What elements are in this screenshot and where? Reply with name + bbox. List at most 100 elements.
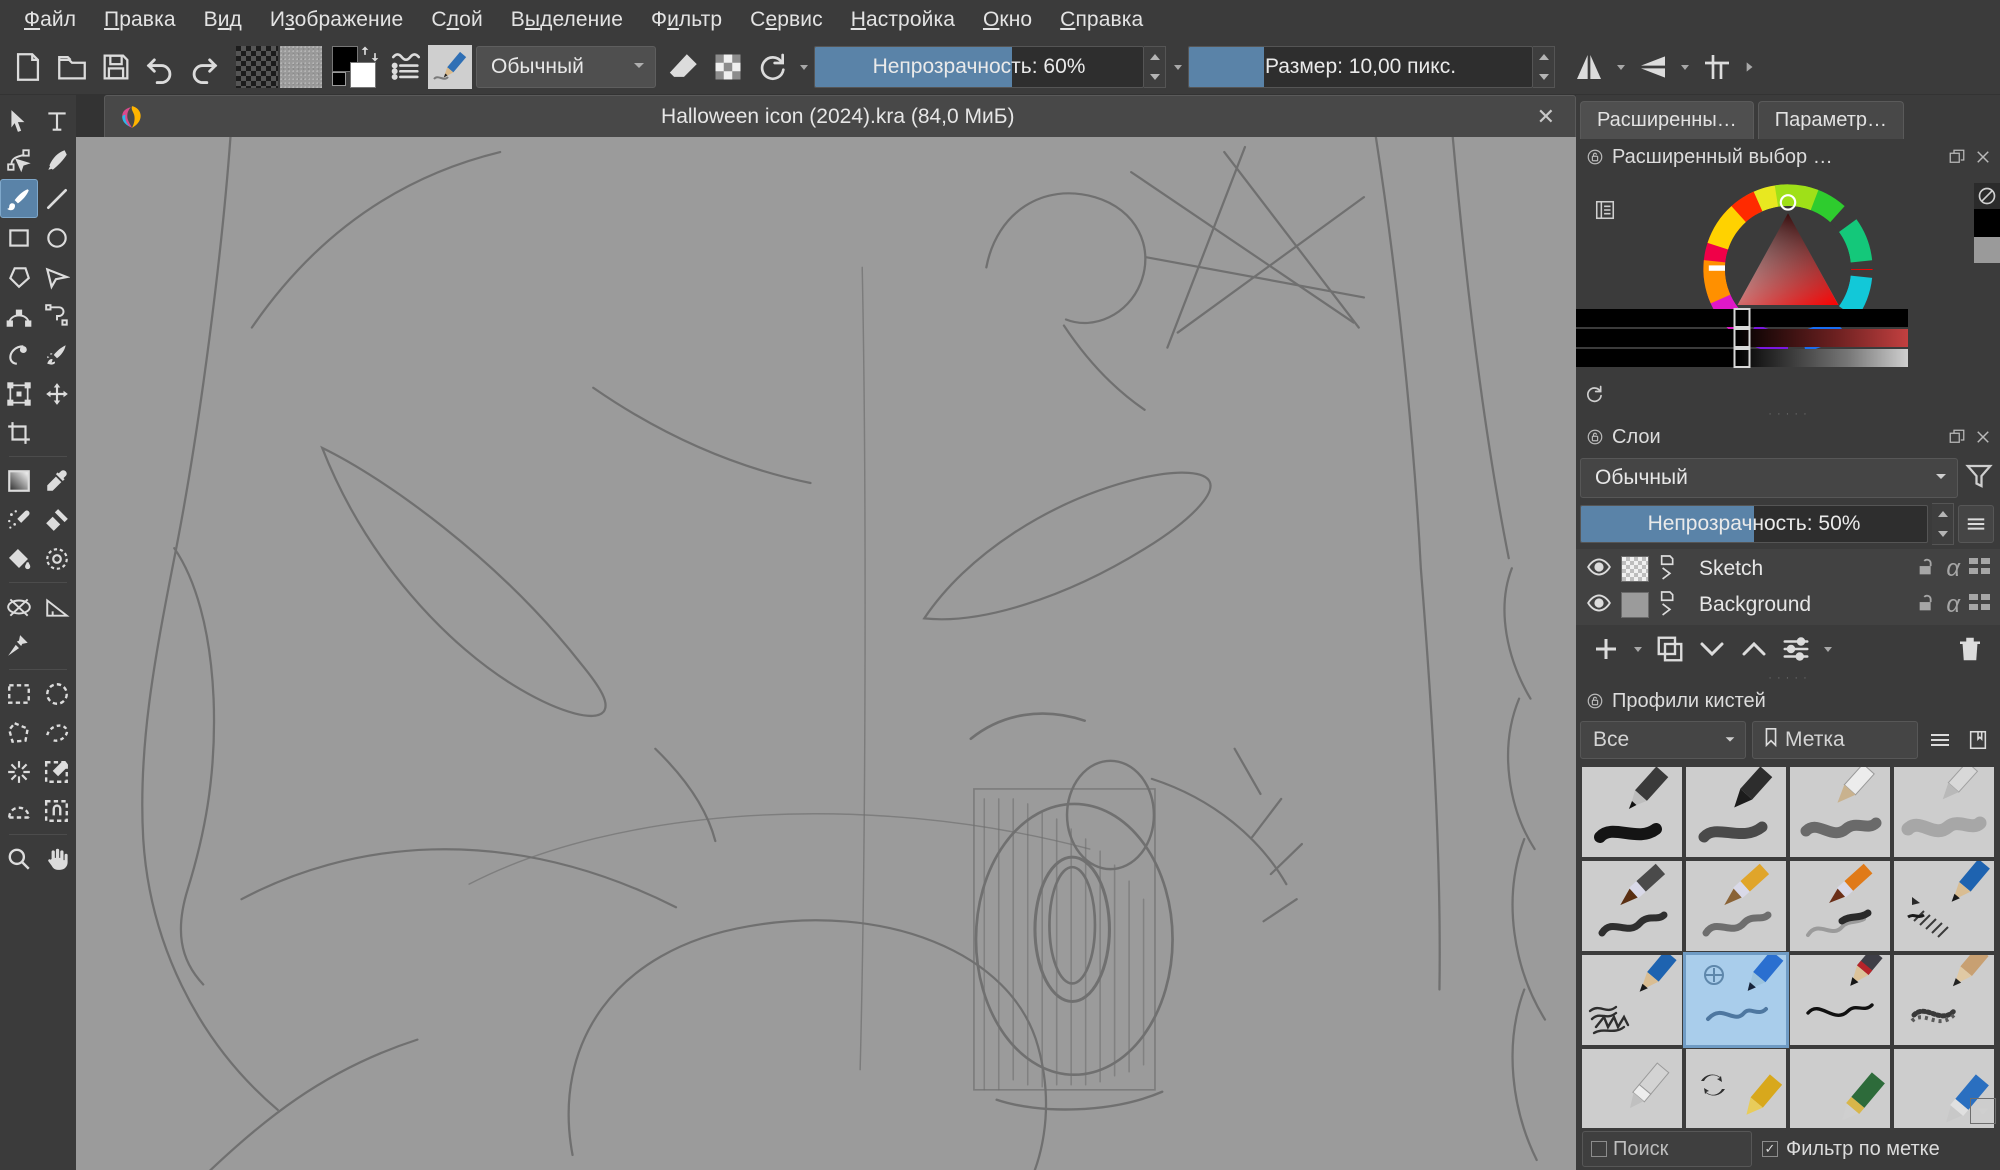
layer-list[interactable]: Sketch α Background α xyxy=(1576,549,2000,625)
current-brush-preset-thumb[interactable] xyxy=(428,44,472,89)
layer-properties-button[interactable] xyxy=(1776,629,1816,669)
menu-file[interactable]: Файл xyxy=(10,6,90,34)
tool-text[interactable] xyxy=(38,101,76,140)
tool-calligraphy[interactable] xyxy=(38,140,76,179)
duplicate-layer-button[interactable] xyxy=(1650,629,1690,669)
advanced-color-selector[interactable] xyxy=(1576,175,2000,383)
brush-presets-tag-button[interactable]: Метка xyxy=(1752,721,1918,759)
float-docker-icon[interactable] xyxy=(1948,148,1966,166)
filter-by-tag-row[interactable]: ✓ Фильтр по метке xyxy=(1762,1138,1940,1161)
tool-enclose-fill[interactable] xyxy=(38,539,76,578)
layer-lock-icon[interactable] xyxy=(1916,592,1938,619)
shade-slider-value[interactable] xyxy=(1576,308,1908,328)
new-file-button[interactable] xyxy=(6,45,50,89)
tool-polyline[interactable] xyxy=(38,257,76,296)
opacity-control[interactable]: Непрозрачность: 60% xyxy=(814,45,1166,88)
tool-freehand-brush[interactable] xyxy=(0,179,38,218)
blending-mode-combo[interactable]: Обычный xyxy=(476,45,656,88)
tool-measure[interactable] xyxy=(38,587,76,626)
mirror-horizontal-button[interactable] xyxy=(1567,45,1611,89)
brush-preset-item[interactable] xyxy=(1894,955,1994,1045)
dock-tab-advanced-color[interactable]: Расширенны… xyxy=(1580,101,1754,139)
wraparound-mode-button[interactable] xyxy=(1695,45,1739,89)
mirror-vertical-chevron-icon[interactable] xyxy=(1675,61,1695,73)
dock-splitter-handle-2[interactable] xyxy=(1576,673,2000,683)
layer-expand-icon[interactable] xyxy=(1658,554,1680,585)
brush-presets-storage-icon[interactable] xyxy=(1962,721,1994,759)
canvas-image[interactable] xyxy=(76,137,1576,1170)
move-layer-up-button[interactable] xyxy=(1734,629,1774,669)
brush-size-control[interactable]: Размер: 10,00 пикс. xyxy=(1188,45,1555,88)
canvas-viewport[interactable] xyxy=(76,137,1576,1170)
reset-color-icon[interactable] xyxy=(1584,384,1604,409)
menu-select[interactable]: Выделение xyxy=(497,6,637,34)
foreground-background-colors[interactable] xyxy=(330,44,380,90)
delete-layer-button[interactable] xyxy=(1950,629,1990,669)
tool-color-picker[interactable] xyxy=(38,461,76,500)
brush-presets-search-input[interactable]: Поиск xyxy=(1582,1131,1752,1167)
gradient-swatch[interactable] xyxy=(236,45,278,88)
tool-reference-images[interactable] xyxy=(0,626,38,665)
opacity-options-chevron-icon[interactable] xyxy=(1168,61,1188,73)
brush-preset-item[interactable] xyxy=(1790,767,1890,857)
brush-preset-item-selected[interactable] xyxy=(1683,952,1789,1048)
tool-similar-color-select[interactable] xyxy=(38,752,76,791)
tool-polygonal-select[interactable] xyxy=(0,713,38,752)
menu-settings[interactable]: Настройка xyxy=(837,6,969,34)
brush-preset-item[interactable] xyxy=(1686,1049,1786,1128)
opacity-slider[interactable]: Непрозрачность: 60% xyxy=(814,45,1144,88)
tool-transform[interactable] xyxy=(0,374,38,413)
layer-thumbnail[interactable] xyxy=(1621,556,1649,582)
menu-layer[interactable]: Слой xyxy=(417,6,496,34)
recent-color-grey[interactable] xyxy=(1974,237,2000,263)
tool-multibrush[interactable] xyxy=(38,335,76,374)
filter-by-tag-checkbox[interactable]: ✓ xyxy=(1762,1141,1778,1157)
color-selector-settings-icon[interactable] xyxy=(1594,199,1616,226)
brush-preset-item[interactable] xyxy=(1894,861,1994,951)
tool-magnetic-select[interactable] xyxy=(38,791,76,830)
add-layer-button[interactable] xyxy=(1586,629,1626,669)
brush-preset-item[interactable] xyxy=(1686,767,1786,857)
add-layer-chevron-icon[interactable] xyxy=(1628,643,1648,655)
close-document-icon[interactable]: ✕ xyxy=(1531,104,1561,130)
tool-smart-patch[interactable] xyxy=(38,500,76,539)
layer-opacity-spinner[interactable] xyxy=(1932,503,1954,545)
tool-assistant[interactable] xyxy=(0,587,38,626)
tool-rectangular-select[interactable] xyxy=(0,674,38,713)
layer-opacity-slider[interactable]: Непрозрачность: 50% xyxy=(1580,505,1928,543)
tool-elliptical-select[interactable] xyxy=(38,674,76,713)
no-color-icon[interactable] xyxy=(1974,183,2000,209)
color-shade-sliders[interactable] xyxy=(1576,308,1908,369)
brush-preset-item[interactable] xyxy=(1790,1049,1890,1128)
layer-properties-chevron-icon[interactable] xyxy=(1818,643,1838,655)
tool-line[interactable] xyxy=(38,179,76,218)
brush-size-spinner[interactable] xyxy=(1533,45,1555,88)
opacity-spinner[interactable] xyxy=(1144,45,1166,88)
lock-presets-docker-icon[interactable] xyxy=(1586,692,1604,710)
menu-filter[interactable]: Фильтр xyxy=(637,6,736,34)
preserve-alpha-button[interactable] xyxy=(706,45,750,89)
layer-row-background[interactable]: Background α xyxy=(1576,587,2000,623)
shade-slider-lightness[interactable] xyxy=(1576,348,1908,368)
tool-fill[interactable] xyxy=(0,539,38,578)
brush-preset-item[interactable] xyxy=(1894,767,1994,857)
dock-tab-tool-options[interactable]: Параметр… xyxy=(1757,101,1904,139)
layer-inherit-alpha-icon[interactable] xyxy=(1968,556,1992,583)
redo-button[interactable] xyxy=(182,45,226,89)
tool-magic-wand-select[interactable] xyxy=(0,752,38,791)
tool-edit-shapes[interactable] xyxy=(0,140,38,179)
tool-freehand-path[interactable] xyxy=(38,296,76,335)
layer-name[interactable]: Sketch xyxy=(1689,557,1907,581)
tool-shape-select[interactable] xyxy=(0,101,38,140)
color-history-strip[interactable] xyxy=(1974,183,2000,263)
menu-window[interactable]: Окно xyxy=(969,6,1046,34)
layer-visibility-icon[interactable] xyxy=(1586,590,1612,621)
lock-docker-icon[interactable] xyxy=(1586,148,1604,166)
menu-edit[interactable]: Правка xyxy=(90,6,190,34)
brush-size-slider[interactable]: Размер: 10,00 пикс. xyxy=(1188,45,1533,88)
tool-ellipse[interactable] xyxy=(38,218,76,257)
tool-freehand-select[interactable] xyxy=(38,713,76,752)
layer-thumbnail[interactable] xyxy=(1621,592,1649,618)
default-colors-icon[interactable] xyxy=(332,71,346,86)
shade-slider-saturation[interactable] xyxy=(1576,328,1908,348)
